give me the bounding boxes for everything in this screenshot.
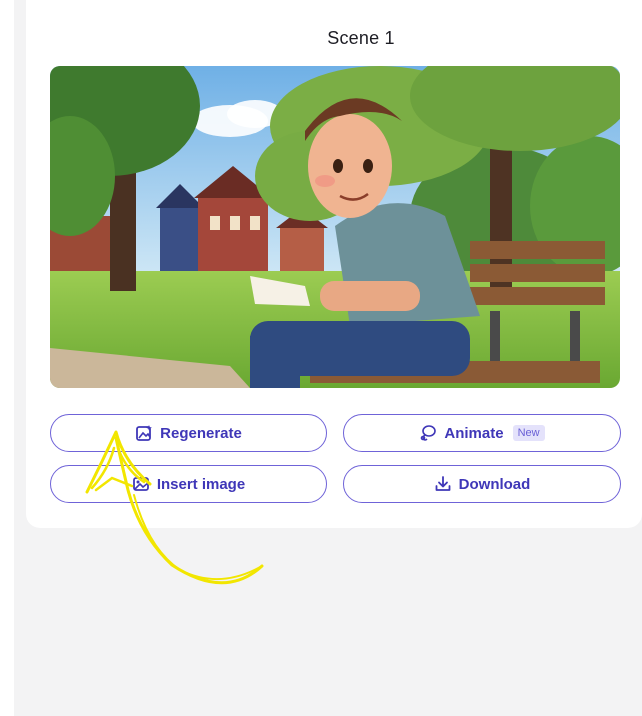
- animate-button[interactable]: Animate New: [343, 414, 621, 452]
- scene-image[interactable]: [50, 66, 620, 388]
- scene-illustration: [50, 66, 620, 388]
- regenerate-label: Regenerate: [160, 424, 242, 442]
- regenerate-button[interactable]: Regenerate: [50, 414, 327, 452]
- scene-title: Scene 1: [327, 28, 395, 48]
- download-icon: [434, 475, 452, 493]
- download-label: Download: [458, 475, 531, 493]
- new-badge: New: [512, 425, 545, 441]
- insert-image-label: Insert image: [156, 475, 246, 493]
- lasso-icon: [419, 424, 437, 442]
- animate-label: Animate: [444, 424, 504, 442]
- insert-image-button[interactable]: Insert image: [50, 465, 327, 503]
- image-insert-icon: [132, 475, 150, 493]
- image-sparkle-icon: [135, 424, 153, 442]
- download-button[interactable]: Download: [343, 465, 621, 503]
